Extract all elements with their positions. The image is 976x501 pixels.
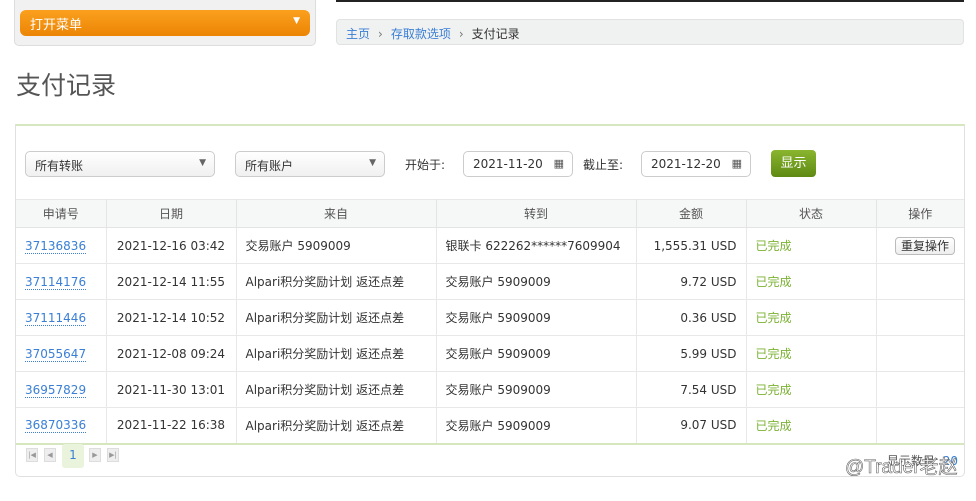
chevron-right-icon: › bbox=[458, 27, 464, 41]
watermark: @Trader老赵 bbox=[845, 457, 958, 479]
table-row: 36957829 2021-11-30 13:01 Alpari积分奖励计划 返… bbox=[16, 371, 964, 408]
date-cell: 2021-11-22 16:38 bbox=[105, 407, 237, 445]
from-cell: Alpari积分奖励计划 返还点差 bbox=[235, 371, 437, 408]
account-select[interactable]: 所有账户 ▼ bbox=[235, 151, 385, 177]
request-id-cell: 37055647 bbox=[16, 335, 107, 372]
table-row: 37114176 2021-12-14 11:55 Alpari积分奖励计划 返… bbox=[16, 263, 964, 300]
to-cell: 交易账户 5909009 bbox=[435, 335, 637, 372]
request-id-link[interactable]: 36870336 bbox=[25, 418, 87, 434]
request-id-link[interactable]: 36957829 bbox=[25, 382, 87, 398]
page-1-button[interactable]: 1 bbox=[62, 444, 84, 468]
calendar-icon[interactable]: ▦ bbox=[554, 157, 564, 170]
action-cell bbox=[875, 263, 964, 300]
repeat-operation-button[interactable]: 重复操作 bbox=[894, 237, 955, 255]
end-date-input[interactable]: 2021-12-20 ▦ bbox=[641, 151, 751, 177]
request-id-link[interactable]: 37114176 bbox=[25, 274, 87, 290]
calendar-icon[interactable]: ▦ bbox=[732, 157, 742, 170]
to-cell: 交易账户 5909009 bbox=[435, 407, 637, 445]
header-id: 申请号 bbox=[16, 199, 107, 228]
end-date-value: 2021-12-20 bbox=[651, 157, 721, 171]
amount-cell: 5.99 USD bbox=[635, 335, 747, 372]
amount-cell: 9.72 USD bbox=[635, 263, 747, 300]
table-row: 37055647 2021-12-08 09:24 Alpari积分奖励计划 返… bbox=[16, 335, 964, 372]
transfer-type-value: 所有转账 bbox=[35, 159, 84, 173]
header-date: 日期 bbox=[105, 199, 237, 228]
from-cell: 交易账户 5909009 bbox=[235, 227, 437, 264]
from-cell: Alpari积分奖励计划 返还点差 bbox=[235, 335, 437, 372]
chevron-down-icon: ▼ bbox=[199, 158, 206, 168]
chevron-right-icon: › bbox=[378, 27, 383, 41]
amount-cell: 0.36 USD bbox=[635, 299, 747, 336]
date-cell: 2021-12-08 09:24 bbox=[105, 335, 237, 372]
header-action: 操作 bbox=[875, 199, 964, 228]
payment-table: 申请号 日期 来自 转到 金额 状态 操作 37136836 2021-12-1… bbox=[16, 199, 964, 445]
breadcrumb: 主页 › 存取款选项 › 支付记录 bbox=[336, 19, 964, 45]
from-cell: Alpari积分奖励计划 返还点差 bbox=[235, 299, 437, 336]
first-page-button[interactable]: |◀ bbox=[26, 448, 38, 462]
table-row: 37111446 2021-12-14 10:52 Alpari积分奖励计划 返… bbox=[16, 299, 964, 336]
action-cell: 重复操作 bbox=[875, 227, 964, 264]
action-cell bbox=[875, 407, 964, 445]
status-cell: 已完成 bbox=[745, 227, 877, 264]
payment-history-panel: 所有转账 ▼ 所有账户 ▼ 开始于: 2021-11-20 ▦ 截止至: 2021-1… bbox=[15, 124, 965, 477]
to-cell: 交易账户 5909009 bbox=[435, 263, 637, 300]
chevron-down-icon: ▼ bbox=[293, 16, 300, 26]
to-cell: 交易账户 5909009 bbox=[435, 371, 637, 408]
amount-cell: 1,555.31 USD bbox=[635, 227, 747, 264]
table-row: 36870336 2021-11-22 16:38 Alpari积分奖励计划 返… bbox=[16, 407, 964, 445]
start-date-input[interactable]: 2021-11-20 ▦ bbox=[463, 151, 573, 177]
header-amount: 金额 bbox=[635, 199, 747, 228]
open-menu-label: 打开菜单 bbox=[30, 18, 83, 33]
amount-cell: 7.54 USD bbox=[635, 371, 747, 408]
prev-page-button[interactable]: ◀ bbox=[44, 448, 56, 462]
action-cell bbox=[875, 371, 964, 408]
transfer-type-select[interactable]: 所有转账 ▼ bbox=[25, 151, 215, 177]
request-id-cell: 36870336 bbox=[16, 407, 107, 445]
to-cell: 银联卡 622262******7609904 bbox=[435, 227, 637, 264]
status-cell: 已完成 bbox=[745, 263, 877, 300]
top-bar bbox=[336, 0, 964, 2]
end-date-label: 截止至: bbox=[583, 158, 624, 172]
date-cell: 2021-11-30 13:01 bbox=[105, 371, 237, 408]
amount-cell: 9.07 USD bbox=[635, 407, 747, 445]
from-cell: Alpari积分奖励计划 返还点差 bbox=[235, 407, 437, 445]
start-date-value: 2021-11-20 bbox=[473, 157, 543, 171]
action-cell bbox=[875, 335, 964, 372]
header-to: 转到 bbox=[435, 199, 637, 228]
open-menu-button[interactable]: 打开菜单 ▼ bbox=[20, 10, 310, 36]
from-cell: Alpari积分奖励计划 返还点差 bbox=[235, 263, 437, 300]
show-button[interactable]: 显示 bbox=[771, 150, 816, 177]
start-date-label: 开始于: bbox=[405, 158, 446, 172]
account-value: 所有账户 bbox=[245, 159, 294, 173]
request-id-cell: 37111446 bbox=[16, 299, 107, 336]
request-id-cell: 36957829 bbox=[16, 371, 107, 408]
date-cell: 2021-12-14 10:52 bbox=[105, 299, 237, 336]
page-title: 支付记录 bbox=[16, 71, 117, 100]
to-cell: 交易账户 5909009 bbox=[435, 299, 637, 336]
request-id-link[interactable]: 37136836 bbox=[25, 238, 87, 254]
chevron-down-icon: ▼ bbox=[369, 158, 376, 168]
status-cell: 已完成 bbox=[745, 335, 877, 372]
status-cell: 已完成 bbox=[745, 407, 877, 445]
request-id-link[interactable]: 37111446 bbox=[25, 310, 87, 326]
date-cell: 2021-12-16 03:42 bbox=[105, 227, 237, 264]
breadcrumb-deposit-options[interactable]: 存取款选项 bbox=[391, 27, 451, 41]
header-from: 来自 bbox=[235, 199, 437, 228]
last-page-button[interactable]: ▶| bbox=[107, 448, 119, 462]
next-page-button[interactable]: ▶ bbox=[89, 448, 101, 462]
action-cell bbox=[875, 299, 964, 336]
status-cell: 已完成 bbox=[745, 371, 877, 408]
date-cell: 2021-12-14 11:55 bbox=[105, 263, 237, 300]
header-status: 状态 bbox=[745, 199, 877, 228]
request-id-link[interactable]: 37055647 bbox=[25, 346, 87, 362]
request-id-cell: 37114176 bbox=[16, 263, 107, 300]
breadcrumb-current: 支付记录 bbox=[471, 27, 520, 41]
breadcrumb-home[interactable]: 主页 bbox=[346, 27, 370, 41]
request-id-cell: 37136836 bbox=[16, 227, 107, 264]
status-cell: 已完成 bbox=[745, 299, 877, 336]
table-row: 37136836 2021-12-16 03:42 交易账户 5909009 银… bbox=[16, 227, 964, 264]
